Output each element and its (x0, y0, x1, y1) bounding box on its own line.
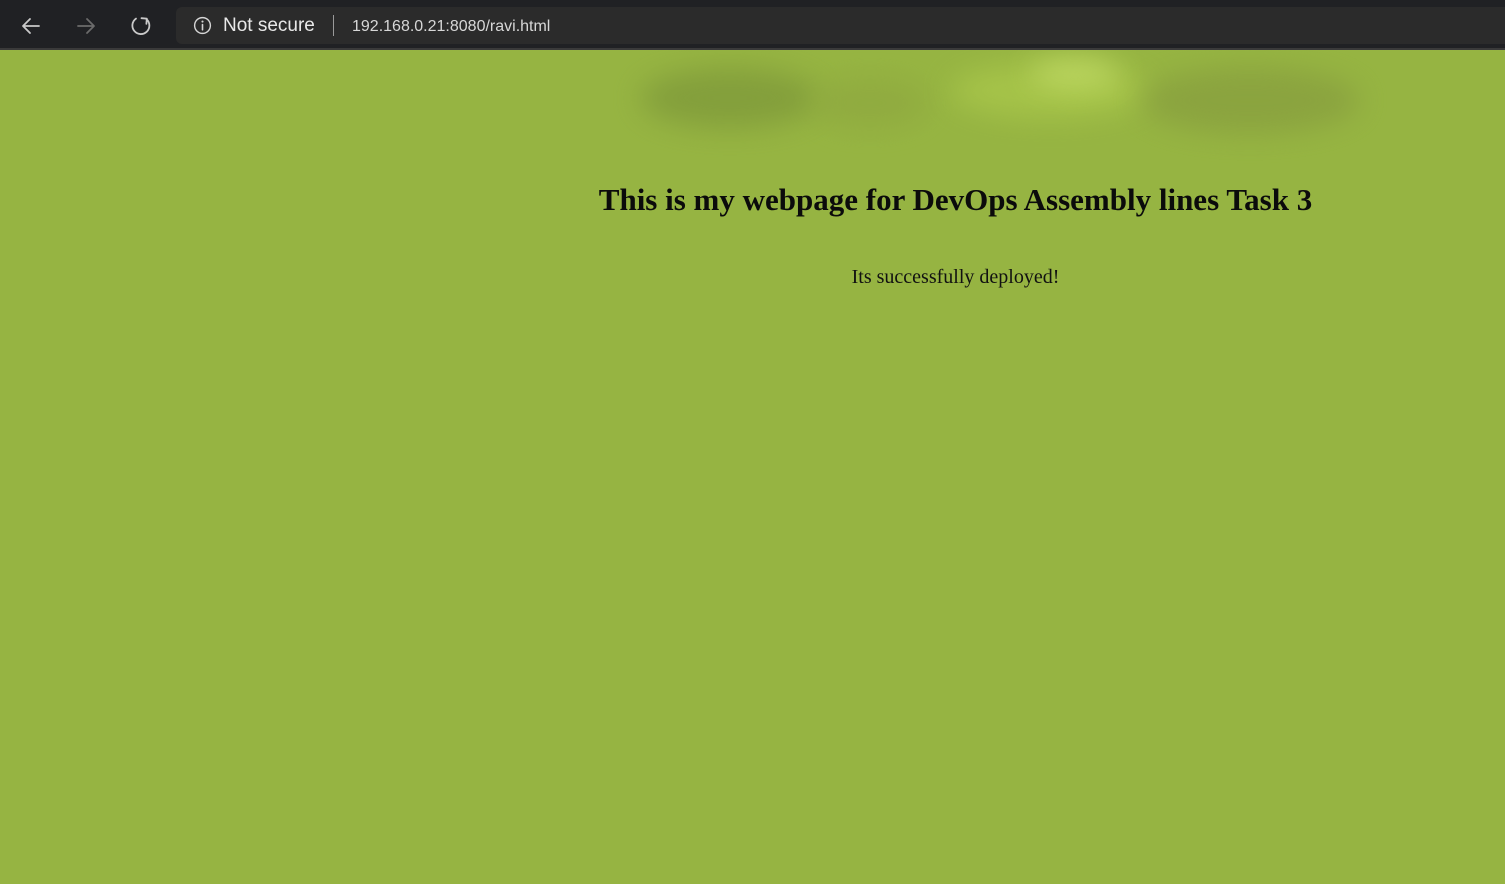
address-divider (333, 15, 334, 36)
reload-button[interactable] (124, 9, 158, 43)
back-button[interactable] (14, 9, 48, 43)
page-content: This is my webpage for DevOps Assembly l… (0, 50, 1505, 884)
forward-button[interactable] (69, 9, 103, 43)
deployment-message: Its successfully deployed! (851, 266, 1060, 288)
arrow-left-icon (22, 18, 40, 34)
url-text[interactable]: 192.168.0.21:8080/ravi.html (352, 16, 550, 38)
security-label[interactable]: Not secure (223, 14, 315, 38)
arrow-right-icon (77, 18, 95, 34)
page-heading: This is my webpage for DevOps Assembly l… (598, 182, 1313, 217)
info-icon[interactable] (193, 16, 212, 35)
browser-toolbar: Not secure 192.168.0.21:8080/ravi.html (0, 0, 1505, 50)
blurred-banner-image (610, 58, 1390, 158)
address-bar[interactable]: Not secure 192.168.0.21:8080/ravi.html (176, 7, 1505, 44)
reload-icon (131, 17, 151, 35)
